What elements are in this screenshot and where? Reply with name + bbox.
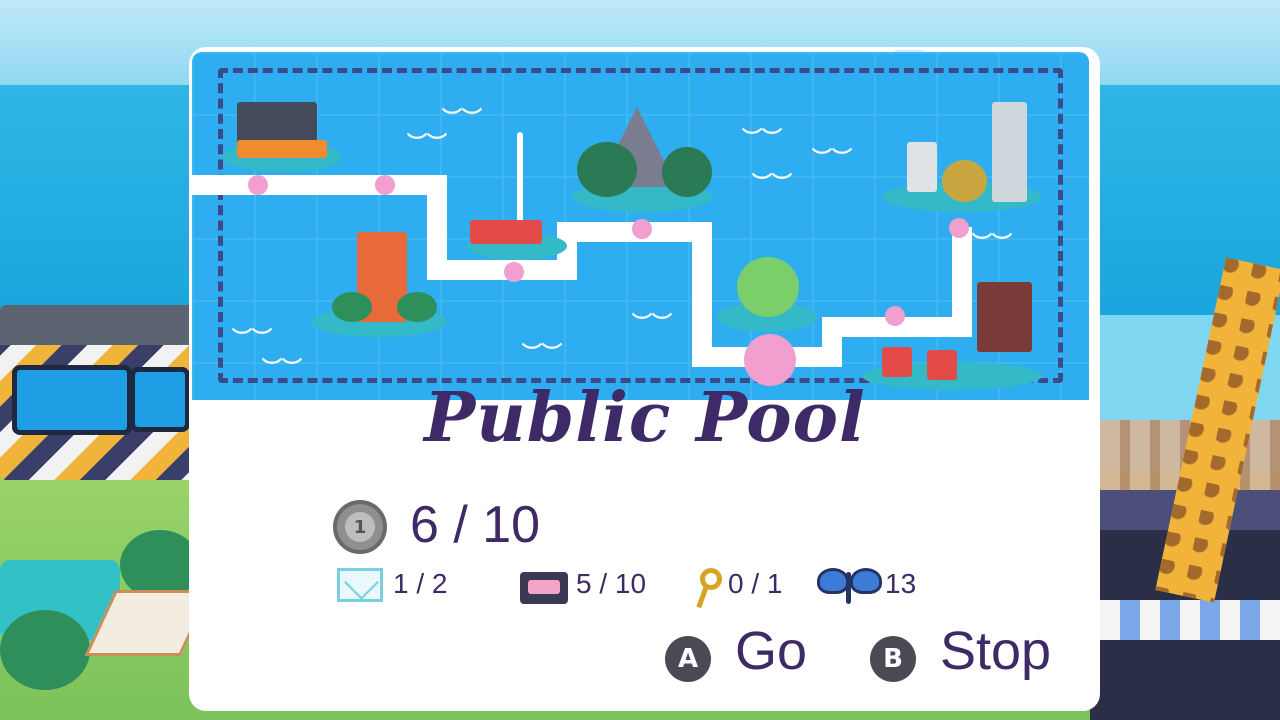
cassettes-count: 5 / 10 xyxy=(576,568,647,599)
coin-icon: 1 xyxy=(333,500,387,554)
b-button-icon[interactable]: B xyxy=(870,636,916,682)
keys-count: 0 / 1 xyxy=(728,568,783,599)
location-title: Public Pool xyxy=(424,378,866,458)
bush xyxy=(0,610,90,690)
go-button[interactable]: Go xyxy=(735,620,807,682)
map-node[interactable] xyxy=(375,175,395,195)
skyscraper-icon xyxy=(992,102,1027,202)
stop-button[interactable]: Stop xyxy=(940,620,1051,682)
letters-count: 1 / 2 xyxy=(393,568,448,599)
frog-icon xyxy=(737,257,799,317)
map-node[interactable] xyxy=(949,218,969,238)
statue-icon xyxy=(942,160,987,202)
butterflies-count: 13 xyxy=(885,568,917,599)
wind-turbine-icon xyxy=(517,132,523,232)
torii-gate-icon xyxy=(882,347,912,377)
a-button-icon[interactable]: A xyxy=(665,636,711,682)
train xyxy=(0,305,195,480)
butterfly-icon xyxy=(817,566,882,608)
cassette-icon xyxy=(520,572,568,604)
envelope-icon xyxy=(337,568,383,602)
shrine-icon xyxy=(977,282,1032,352)
torii-gate-icon xyxy=(927,350,957,380)
world-map: ︶︶ ︶︶ ︶︶ ︶︶ ︶︶ ︶︶ ︶︶ ︶︶ ︶︶ ︶︶ xyxy=(192,52,1089,400)
map-node[interactable] xyxy=(885,306,905,326)
coin-count: 6 / 10 xyxy=(410,496,541,554)
map-node[interactable] xyxy=(248,175,268,195)
map-node[interactable] xyxy=(504,262,524,282)
map-node[interactable] xyxy=(632,219,652,239)
key-icon xyxy=(690,568,724,609)
